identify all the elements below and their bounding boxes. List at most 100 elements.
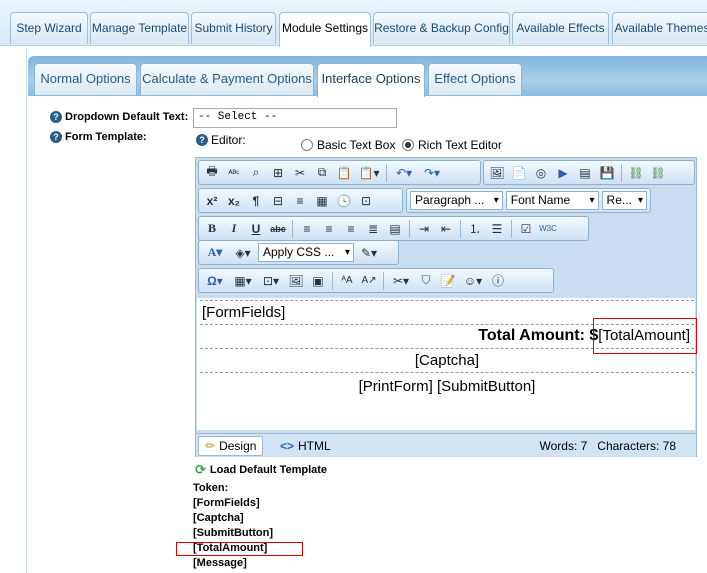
paragraph-mark-icon[interactable]: ¶ [246, 191, 266, 210]
paste-special-icon[interactable]: 📋▾ [356, 163, 382, 182]
word-char-count: Words: 7 Characters: 78 [539, 439, 677, 453]
justify-icon[interactable]: ≣ [363, 219, 383, 238]
dropdown-default-text-label-text: Dropdown Default Text: [65, 111, 189, 123]
radio-basic-label: Basic Text Box [317, 138, 396, 152]
toolbar-row-5: Ω▾ ▦▾ ⊡▾ 🖼 ▣ ᴬA A↗ ✂▾ ⛉ 📝 ☺▾ ⓘ [198, 268, 554, 293]
redo-icon[interactable]: ↷▾ [419, 163, 445, 182]
convert-upper-icon[interactable]: A↗ [359, 271, 379, 290]
form-element-icon[interactable]: ⊡▾ [258, 271, 284, 290]
find-icon[interactable]: ⌕ [246, 163, 266, 182]
highlight-total-amount [593, 318, 697, 354]
help-icon[interactable]: ? [50, 111, 62, 123]
indent-icon[interactable]: ⇥ [414, 219, 434, 238]
form-icon[interactable]: ⊡ [356, 191, 376, 210]
document-icon[interactable]: 📄 [509, 163, 529, 182]
media-icon[interactable]: ▶ [553, 163, 573, 182]
strikethrough-icon[interactable]: abc [268, 219, 288, 238]
background-color-icon[interactable]: ◈▾ [230, 243, 256, 262]
align-right-icon[interactable]: ≡ [341, 219, 361, 238]
about-icon[interactable]: ⓘ [488, 271, 508, 290]
justify-none-icon[interactable]: ▤ [385, 219, 405, 238]
toolbar-row-3: B I U abc ≡ ≡ ≡ ≣ ▤ ⇥ ⇤ ⒈ ☰ ☑ W3C [198, 216, 589, 241]
print-submit-token: [PrintForm] [SubmitButton] [358, 378, 536, 395]
radio-button-selected[interactable] [402, 139, 414, 151]
toolbar-separator [621, 163, 622, 182]
tab-manage-template[interactable]: Manage Template [90, 12, 189, 44]
symbol-icon[interactable]: Ω▾ [202, 271, 228, 290]
date-icon[interactable]: ▦ [312, 191, 332, 210]
bold-icon[interactable]: B [202, 219, 222, 238]
template-icon[interactable]: ▤ [575, 163, 595, 182]
load-default-template-link[interactable]: ⟳ Load Default Template [195, 462, 327, 478]
radio-rich-text-editor[interactable]: Rich Text Editor [402, 138, 502, 152]
tab-restore-backup-config[interactable]: Restore & Backup Config [373, 12, 510, 44]
tab-effect-options[interactable]: Effect Options [428, 63, 522, 95]
editor-status-bar: ✏ Design <> HTML Words: 7 Characters: 78 [196, 433, 696, 457]
smiley-icon[interactable]: ☺▾ [460, 271, 486, 290]
content-row-buttons: [PrintForm] [SubmitButton] [200, 372, 694, 400]
toolbar-separator [460, 219, 461, 238]
help-icon[interactable]: ? [50, 131, 62, 143]
tab-submit-history[interactable]: Submit History [191, 12, 276, 44]
design-mode-button[interactable]: ✏ Design [198, 436, 264, 456]
tab-module-settings[interactable]: Module Settings [279, 12, 371, 47]
align-left-icon[interactable]: ≡ [297, 219, 317, 238]
design-label: Design [219, 439, 257, 453]
numbered-list-icon[interactable]: ⒈ [465, 219, 485, 238]
image-icon[interactable]: 🖼 [487, 163, 507, 182]
tab-normal-options[interactable]: Normal Options [34, 63, 137, 95]
image-manager-icon[interactable]: ▣ [308, 271, 328, 290]
outdent-icon[interactable]: ⇤ [436, 219, 456, 238]
font-color-icon[interactable]: A▾ [202, 243, 228, 262]
toolbar-separator [511, 219, 512, 238]
convert-lower-icon[interactable]: ᴬA [337, 271, 357, 290]
spellcheck-icon[interactable]: ᴬᴮᶜ [224, 163, 244, 182]
undo-icon[interactable]: ↶▾ [391, 163, 417, 182]
horizontal-rule-icon[interactable]: ≡ [290, 191, 310, 210]
select-all-icon[interactable]: ⊞ [268, 163, 288, 182]
format-stripper-icon[interactable]: ✎▾ [356, 243, 382, 262]
tab-available-themes[interactable]: Available Themes [612, 12, 707, 44]
radio-basic-text-box[interactable]: Basic Text Box [301, 138, 395, 152]
copy-icon[interactable]: ⧉ [312, 163, 332, 182]
cut-icon[interactable]: ✂ [290, 163, 310, 182]
xhtml-validator-icon[interactable]: W3C [538, 219, 558, 238]
image-map-icon[interactable]: 🖼 [286, 271, 306, 290]
paragraph-select[interactable]: Paragraph ... [410, 191, 503, 210]
special-char-icon[interactable]: ⊟ [268, 191, 288, 210]
dropdown-default-text-label: ? Dropdown Default Text: [50, 111, 188, 123]
tab-available-effects[interactable]: Available Effects [512, 12, 609, 44]
dropdown-default-text-input[interactable]: -- Select -- [193, 108, 397, 128]
time-icon[interactable]: 🕓 [334, 191, 354, 210]
editor-label-text: Editor: [211, 133, 246, 147]
module-manager-icon[interactable]: ⛉ [416, 271, 436, 290]
link-icon[interactable]: ⛓ [626, 163, 646, 182]
tab-step-wizard[interactable]: Step Wizard [10, 12, 88, 44]
underline-icon[interactable]: U [246, 219, 266, 238]
apply-css-select[interactable]: Apply CSS ... [258, 243, 354, 262]
flash-icon[interactable]: ◎ [531, 163, 551, 182]
superscript-icon[interactable]: x² [202, 191, 222, 210]
font-size-select[interactable]: Re... [601, 191, 647, 210]
table-icon[interactable]: ▦▾ [230, 271, 256, 290]
italic-icon[interactable]: I [224, 219, 244, 238]
paste-icon[interactable]: 📋 [334, 163, 354, 182]
toolbar-row-1-media: 🖼 📄 ◎ ▶ ▤ 💾 ⛓ ⛓ [483, 160, 695, 185]
font-name-select[interactable]: Font Name [505, 191, 599, 210]
refresh-icon: ⟳ [195, 462, 206, 477]
align-center-icon[interactable]: ≡ [319, 219, 339, 238]
html-mode-button[interactable]: <> HTML [274, 436, 337, 456]
tab-interface-options[interactable]: Interface Options [317, 63, 425, 97]
radio-button[interactable] [301, 139, 313, 151]
snippet-icon[interactable]: ✂▾ [388, 271, 414, 290]
save-icon[interactable]: 💾 [597, 163, 617, 182]
tab-calculate-payment-options[interactable]: Calculate & Payment Options [140, 63, 314, 95]
form-fields-token: [FormFields] [202, 304, 286, 321]
subscript-icon[interactable]: x₂ [224, 191, 244, 210]
clean-format-icon[interactable]: ☑ [516, 219, 536, 238]
unlink-icon[interactable]: ⛓ [648, 163, 668, 182]
print-icon[interactable]: 🖶 [202, 163, 222, 182]
page-properties-icon[interactable]: 📝 [438, 271, 458, 290]
help-icon[interactable]: ? [196, 134, 208, 146]
bullet-list-icon[interactable]: ☰ [487, 219, 507, 238]
